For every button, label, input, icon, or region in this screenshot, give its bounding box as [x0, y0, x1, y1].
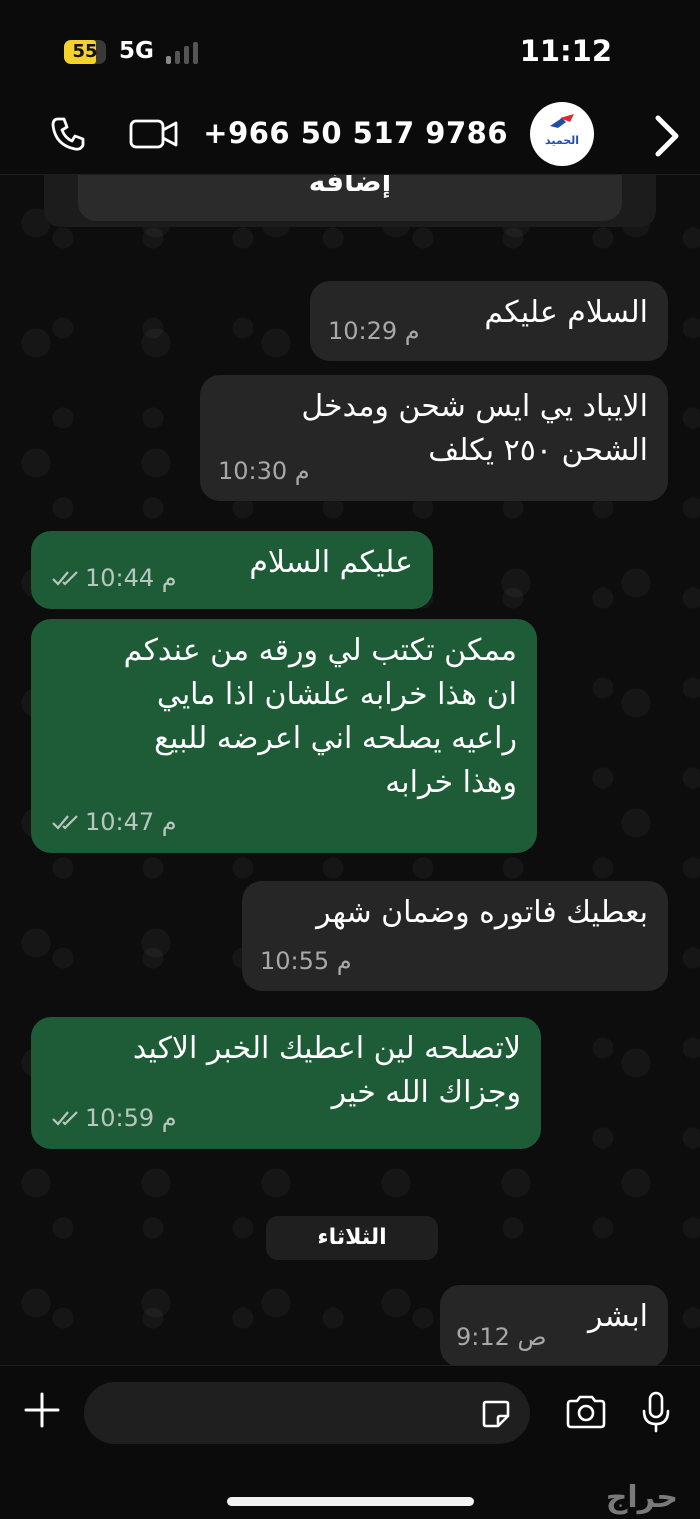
message-bubble-outgoing[interactable]: لاتصلحه لين اعطيك الخبر الاكيد وجزاك الله… — [31, 1017, 541, 1149]
message-text: لاتصلحه لين اعطيك الخبر الاكيد وجزاك الله… — [132, 1031, 521, 1110]
plus-icon[interactable] — [22, 1390, 62, 1434]
message-time: 10:44 م — [85, 564, 177, 592]
add-contact-label: إضافه — [308, 175, 392, 198]
message-bubble-incoming[interactable]: السلام عليكم 10:29 م — [310, 281, 668, 361]
add-contact-button[interactable]: إضافه — [78, 175, 622, 221]
message-meta: 10:47 م — [51, 800, 177, 845]
avatar-text: الحميد — [544, 134, 580, 147]
battery-icon: 55 — [64, 40, 106, 64]
camera-icon[interactable] — [564, 1394, 608, 1434]
system-card: إضافه — [44, 175, 656, 227]
double-check-icon — [51, 1097, 81, 1141]
status-bar: 55 5G 11:12 — [0, 0, 700, 100]
phone-icon[interactable] — [48, 114, 88, 158]
status-time: 11:12 — [519, 34, 612, 68]
video-icon[interactable] — [128, 117, 180, 155]
network-type: 5G — [119, 38, 154, 64]
message-time: 10:30 م — [218, 457, 310, 485]
message-bubble-outgoing[interactable]: ممكن تكتب لي ورقه من عندكم ان هذا خرابه ع… — [31, 619, 537, 853]
message-text: عليكم السلام — [249, 545, 413, 580]
message-text: السلام عليكم — [484, 295, 648, 330]
message-input[interactable] — [84, 1382, 530, 1444]
chat-area[interactable]: إضافه السلام عليكم 10:29 م الايباد يي اي… — [0, 175, 700, 1365]
message-time: 10:59 م — [85, 1104, 177, 1132]
message-meta: 10:59 م — [51, 1096, 177, 1141]
watermark-logo: حراج — [605, 1480, 678, 1515]
day-separator: الثلاثاء — [266, 1216, 438, 1260]
back-chevron-icon[interactable] — [652, 112, 682, 164]
battery-level: 55 — [72, 41, 98, 62]
message-time: 10:29 م — [328, 317, 420, 345]
message-time: 10:47 م — [85, 808, 177, 836]
avatar[interactable]: الحميد — [530, 102, 594, 166]
double-check-icon — [51, 557, 81, 601]
message-meta: 10:44 م — [51, 556, 177, 601]
message-time: 9:12 ص — [456, 1323, 547, 1351]
message-time: 10:55 م — [260, 947, 352, 975]
signal-icon — [166, 42, 206, 64]
sticker-icon[interactable] — [480, 1398, 512, 1434]
message-text: الايباد يي ايس شحن ومدخل الشحن ٢٥٠ يكلف — [301, 389, 648, 468]
double-check-icon — [51, 801, 81, 845]
message-bubble-incoming[interactable]: ابشر 9:12 ص — [440, 1285, 668, 1365]
contact-number[interactable]: +966 50 517 9786 — [203, 116, 508, 150]
message-text: بعطيك فاتوره وضمان شهر — [316, 895, 648, 930]
input-bar: حراج — [0, 1365, 700, 1519]
microphone-icon[interactable] — [640, 1390, 672, 1438]
chat-header: +966 50 517 9786 الحميد — [0, 100, 700, 175]
message-bubble-incoming[interactable]: بعطيك فاتوره وضمان شهر 10:55 م — [242, 881, 668, 991]
message-text: ممكن تكتب لي ورقه من عندكم ان هذا خرابه ع… — [123, 633, 517, 800]
message-bubble-outgoing[interactable]: عليكم السلام 10:44 م — [31, 531, 433, 609]
message-bubble-incoming[interactable]: الايباد يي ايس شحن ومدخل الشحن ٢٥٠ يكلف 1… — [200, 375, 668, 501]
home-indicator[interactable] — [227, 1497, 474, 1506]
message-text: ابشر — [588, 1299, 648, 1334]
